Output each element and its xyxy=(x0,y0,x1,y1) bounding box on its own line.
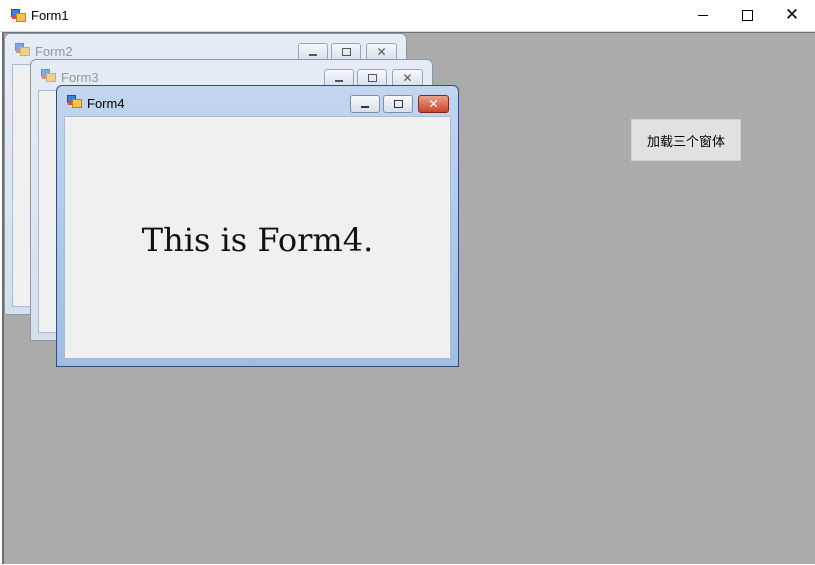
form-icon xyxy=(15,43,30,56)
child-titlebar[interactable]: Form4 ✕ xyxy=(57,86,458,116)
child-minimize-button[interactable] xyxy=(350,95,380,113)
minimize-icon xyxy=(309,53,317,56)
child-maximize-button[interactable] xyxy=(383,95,413,113)
form-icon xyxy=(41,69,56,82)
form4-label: This is Form4. xyxy=(141,221,374,259)
minimize-icon xyxy=(335,79,343,82)
load-three-forms-button[interactable]: 加载三个窗体 xyxy=(631,119,741,161)
child-title: Form2 xyxy=(35,44,73,59)
child-title: Form3 xyxy=(61,70,99,85)
child-close-button[interactable]: ✕ xyxy=(418,95,449,113)
maximize-button[interactable] xyxy=(724,0,770,31)
minimize-icon xyxy=(698,15,708,16)
main-window-title: Form1 xyxy=(31,8,69,23)
maximize-icon xyxy=(367,74,377,82)
close-button[interactable]: ✕ xyxy=(769,0,815,31)
child-title: Form4 xyxy=(87,96,125,111)
minimize-button[interactable] xyxy=(680,0,726,31)
close-icon: ✕ xyxy=(784,5,800,25)
maximize-icon xyxy=(741,10,753,21)
child-window-form4[interactable]: Form4 ✕ This is Form4. xyxy=(56,85,459,367)
close-icon: ✕ xyxy=(402,71,413,85)
maximize-icon xyxy=(393,100,403,108)
form-icon xyxy=(67,95,82,108)
child-client-area: This is Form4. xyxy=(64,116,451,359)
app-icon xyxy=(11,9,26,22)
close-icon: ✕ xyxy=(428,97,439,111)
close-icon: ✕ xyxy=(376,45,387,59)
minimize-icon xyxy=(361,105,369,108)
maximize-icon xyxy=(341,48,351,56)
main-titlebar[interactable]: Form1 ✕ xyxy=(0,0,815,32)
